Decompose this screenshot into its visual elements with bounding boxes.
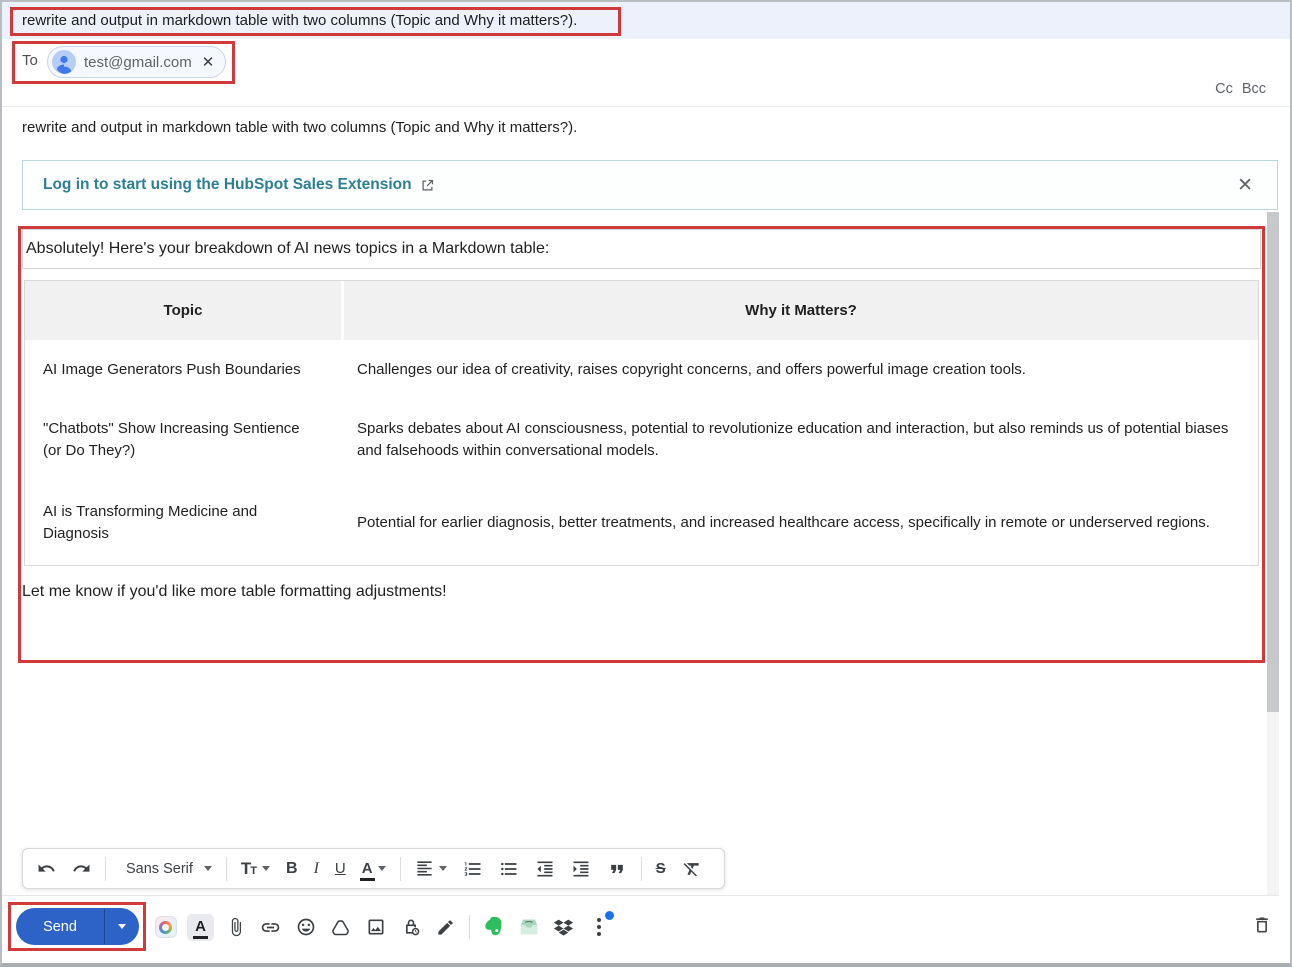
table-row: "Chatbots" Show Increasing Sentience (or… (25, 400, 1258, 480)
chip-email: test@gmail.com (84, 53, 192, 71)
drive-icon (331, 919, 350, 935)
align-button[interactable] (407, 850, 455, 888)
quote-icon (610, 864, 623, 873)
google-drive-button[interactable] (323, 908, 358, 946)
banner-close-icon[interactable]: ✕ (1237, 174, 1253, 197)
trash-icon (1256, 917, 1268, 933)
font-family-label: Sans Serif (126, 860, 193, 877)
chevron-down-icon (262, 866, 271, 871)
subject-text: rewrite and output in markdown table wit… (22, 12, 578, 29)
bcc-button[interactable]: Bcc (1242, 81, 1266, 97)
reply-intro-text: Absolutely! Here's your breakdown of AI … (26, 240, 550, 257)
table-cell-why: Sparks debates about AI consciousness, p… (357, 420, 1229, 459)
underline-button[interactable]: U (327, 850, 354, 888)
table-cell-topic: AI Image Generators Push Boundaries (43, 361, 301, 378)
formatting-options-icon: A (187, 913, 214, 941)
footer-divider (2, 895, 1279, 896)
table-cell-topic: "Chatbots" Show Increasing Sentience (or… (43, 420, 300, 459)
table-cell-topic: AI is Transforming Medicine and Diagnosi… (43, 502, 258, 542)
ai-extension-button[interactable] (148, 908, 183, 946)
attach-file-button[interactable] (218, 908, 253, 946)
pen-icon (438, 919, 453, 935)
redo-icon (73, 864, 90, 872)
footer-icon-row: A (148, 907, 616, 947)
table-cell-why: Potential for earlier diagnosis, better … (357, 513, 1210, 531)
insert-signature-button[interactable] (428, 908, 463, 946)
more-options-button[interactable] (581, 908, 616, 946)
mail-tray-extension-button[interactable] (511, 908, 546, 946)
bulleted-list-button[interactable] (491, 850, 527, 888)
mail-tray-icon (520, 919, 537, 935)
table-cell-why: Challenges our idea of creativity, raise… (357, 361, 1026, 378)
numbered-list-icon (464, 861, 481, 876)
undo-icon (38, 864, 55, 872)
indent-less-icon (537, 861, 553, 876)
insert-link-button[interactable] (253, 908, 288, 946)
chevron-down-icon (438, 866, 447, 871)
avatar-icon (52, 50, 76, 74)
more-options-icon (596, 918, 601, 936)
numbered-list-button[interactable] (455, 850, 491, 888)
evernote-icon (484, 916, 501, 936)
chevron-down-icon (377, 866, 386, 871)
confidential-mode-button[interactable] (393, 908, 428, 946)
to-label: To (22, 52, 38, 69)
text-color-button[interactable]: A (354, 850, 394, 888)
insert-photo-button[interactable] (358, 908, 393, 946)
evernote-button[interactable] (476, 908, 511, 946)
chevron-down-icon (118, 924, 126, 929)
paperclip-icon (231, 917, 241, 937)
link-icon (261, 922, 280, 932)
formatting-toolbar: Sans Serif TT B I U A S (22, 848, 725, 889)
table-row: AI Image Generators Push Boundaries Chal… (25, 340, 1258, 400)
italic-button[interactable]: I (306, 850, 327, 888)
chevron-down-icon (203, 866, 212, 871)
table-header-why: Why it Matters? (344, 281, 1258, 340)
chip-remove-icon[interactable]: ✕ (200, 53, 217, 71)
dropbox-button[interactable] (546, 908, 581, 946)
indent-less-button[interactable] (527, 850, 563, 888)
font-family-select[interactable]: Sans Serif (112, 850, 220, 888)
indent-more-icon (573, 861, 589, 876)
quote-button[interactable] (599, 850, 635, 888)
bold-button[interactable]: B (278, 850, 306, 888)
body-first-line: rewrite and output in markdown table wit… (22, 119, 578, 136)
cc-button[interactable]: Cc (1215, 81, 1233, 97)
align-left-icon (416, 861, 432, 876)
strikethrough-button[interactable]: S (648, 850, 674, 888)
gmail-compose-window: rewrite and output in markdown table wit… (0, 0, 1292, 967)
lock-clock-icon (405, 919, 419, 936)
ai-extension-icon (154, 916, 177, 938)
reply-outro-text: Let me know if you'd like more table for… (22, 583, 447, 600)
external-link-icon (420, 178, 435, 193)
redo-button[interactable] (64, 850, 99, 888)
subject-input[interactable]: rewrite and output in markdown table wit… (2, 2, 1290, 39)
photo-icon (368, 919, 383, 935)
bulleted-list-icon (500, 862, 517, 875)
send-dropdown-button[interactable] (105, 908, 139, 945)
send-button[interactable]: Send (16, 908, 139, 945)
remove-formatting-icon (683, 862, 699, 876)
undo-button[interactable] (29, 850, 64, 888)
dropbox-icon (553, 919, 574, 936)
emoji-icon (297, 918, 314, 936)
indent-more-button[interactable] (563, 850, 599, 888)
remove-formatting-button[interactable] (674, 850, 710, 888)
table-header-topic: Topic (25, 281, 341, 340)
recipient-chip[interactable]: test@gmail.com ✕ (47, 46, 227, 78)
send-label: Send (43, 918, 77, 935)
notification-dot (605, 911, 614, 920)
formatting-options-button[interactable]: A (183, 908, 218, 946)
reply-intro-box: Absolutely! Here's your breakdown of AI … (22, 229, 1261, 269)
hubspot-login-link[interactable]: Log in to start using the HubSpot Sales … (43, 176, 412, 194)
scrollbar-thumb[interactable] (1267, 212, 1279, 712)
hubspot-banner: Log in to start using the HubSpot Sales … (22, 160, 1278, 210)
header-divider (2, 106, 1290, 107)
discard-draft-button[interactable] (1252, 915, 1272, 940)
markdown-table: Topic Why it Matters? AI Image Generator… (24, 280, 1259, 566)
font-size-select[interactable]: TT (233, 850, 278, 888)
table-row: AI is Transforming Medicine and Diagnosi… (25, 480, 1258, 565)
insert-emoji-button[interactable] (288, 908, 323, 946)
